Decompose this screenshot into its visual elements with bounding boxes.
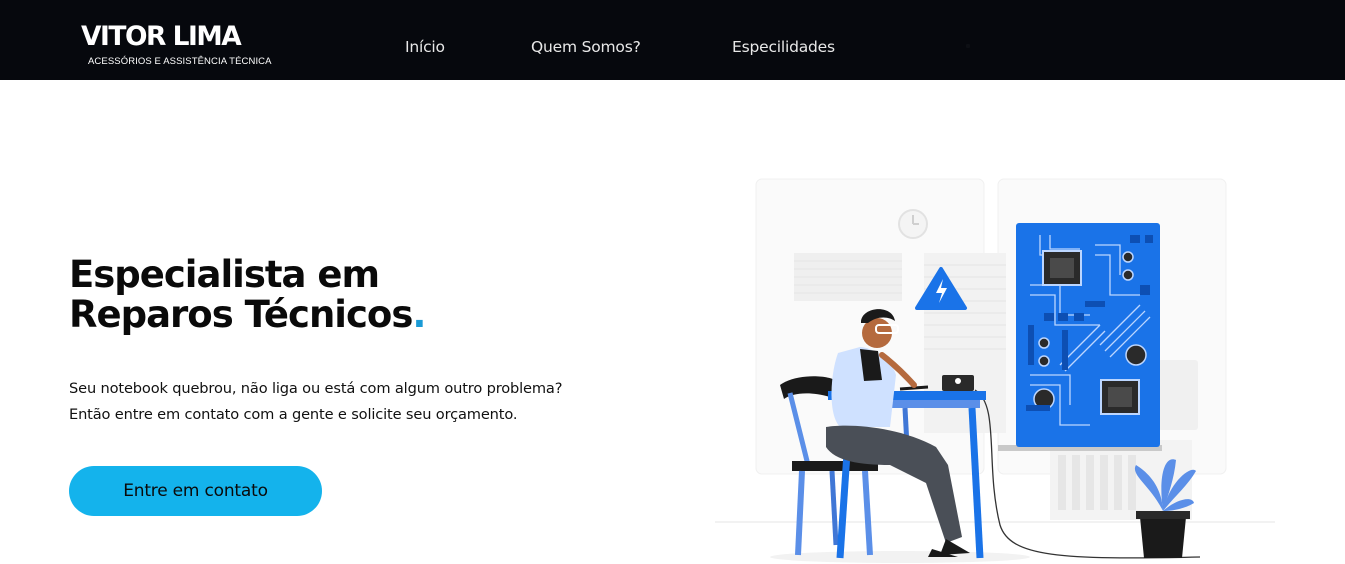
nav-divider [966,44,970,48]
chip-2 [1100,379,1140,415]
floor-shadow [770,551,1030,563]
hero-title-line-1: Especialista em [69,253,380,296]
circuit-board [998,223,1162,451]
site-logo[interactable]: VITOR LIMA ACESSÓRIOS E ASSISTÊNCIA TÉCN… [81,20,281,72]
hero-text-line-2: Então entre em contato com a gente e sol… [69,406,518,423]
technician-repair-illustration [715,178,1275,563]
contact-button[interactable]: Entre em contato [69,466,322,516]
logo-subtitle: ACESSÓRIOS E ASSISTÊNCIA TÉCNICA [88,56,272,67]
hero-title-dot: . [412,293,426,336]
hero-title: Especialista em Reparos Técnicos. [69,255,589,335]
top-navigation-bar: VITOR LIMA ACESSÓRIOS E ASSISTÊNCIA TÉCN… [0,0,1345,80]
nav-link-quem-somos[interactable]: Quem Somos? [531,38,641,56]
nav-link-inicio[interactable]: Início [405,38,445,56]
hero-text-line-1: Seu notebook quebrou, não liga ou está c… [69,380,563,397]
logo-title: VITOR LIMA [81,21,242,52]
cpu-chip [1042,250,1082,286]
clock-icon [898,209,928,239]
nav-link-especialidades[interactable]: Especilidades [732,38,835,56]
hero-title-line-2: Reparos Técnicos [69,293,413,336]
hero-description: Seu notebook quebrou, não liga ou está c… [69,376,669,428]
